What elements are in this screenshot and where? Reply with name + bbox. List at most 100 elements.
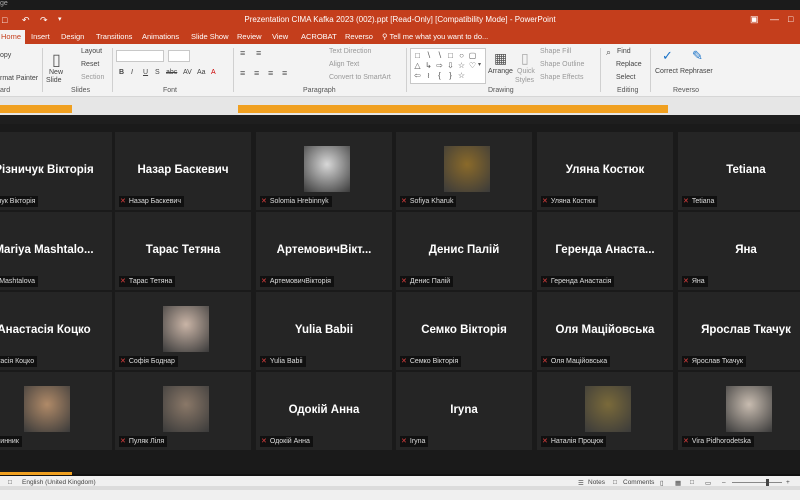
participant-tile[interactable]: Mariya Mashtalo... ✕ya Mashtalova [0,212,112,290]
tab-transitions[interactable]: Transitions [96,32,132,41]
arrange-button[interactable]: Arrange [488,68,513,75]
participant-tile[interactable]: Оля Маційовська ✕ Оля Маційовська [537,292,673,370]
bold-button[interactable]: B [119,69,124,76]
participant-tile[interactable]: ✕я Винник [0,372,112,450]
language-status[interactable]: English (United Kingdom) [22,479,96,486]
participant-tile[interactable]: Yulia Babii ✕ Yulia Babii [256,292,392,370]
participant-tile[interactable]: Уляна Костюк ✕ Уляна Костюк [537,132,673,210]
curve-shape-icon[interactable]: ≀ [424,71,433,80]
participant-tile[interactable]: Яна ✕ Яна [678,212,800,290]
text-direction-button[interactable]: Text Direction [329,48,371,55]
tab-slide-show[interactable]: Slide Show [191,32,229,41]
tab-review[interactable]: Review [237,32,262,41]
underline-button[interactable]: U [143,69,148,76]
find-button[interactable]: Find [617,48,631,55]
proofing-icon[interactable]: □ [8,479,12,486]
select-button[interactable]: Select [616,74,635,81]
font-name-input[interactable] [116,50,164,62]
ribbon-options-icon[interactable]: ▣ [750,14,759,25]
participant-tile[interactable]: ✕ Наталія Процюк [537,372,673,450]
font-color-button[interactable]: A [211,69,216,76]
participant-tile[interactable]: Назар Баскевич ✕ Назар Баскевич [115,132,251,210]
shape-effects-button[interactable]: Shape Effects [540,74,583,81]
align-right-icon[interactable]: ≡ [268,68,273,78]
participant-tile[interactable]: ✕ Vira Pidhorodetska [678,372,800,450]
participant-tile[interactable]: ✕ Софія Боднар [115,292,251,370]
arrow-left-shape-icon[interactable]: ⇦ [413,71,422,80]
more-shapes-icon[interactable]: ▾ [475,61,484,70]
tab-acrobat[interactable]: ACROBAT [301,32,337,41]
participant-tile[interactable]: Денис Палій ✕ Денис Палій [396,212,532,290]
triangle-shape-icon[interactable]: △ [413,61,422,70]
star-shape-icon[interactable]: ☆ [457,61,466,70]
format-painter-button[interactable]: rmat Painter [0,75,38,82]
italic-button[interactable]: I [131,69,133,76]
participant-tile[interactable]: ✕ Пуляк Ліля [115,372,251,450]
brace-right-shape-icon[interactable]: } [446,71,455,80]
find-icon[interactable]: ⌕ [606,47,611,58]
copy-button[interactable]: opy [0,52,11,59]
rephraser-icon[interactable]: ✎ [692,48,703,64]
spacing-button[interactable]: AV [183,69,192,76]
rephraser-button[interactable]: Rephraser [680,68,713,75]
participant-tile[interactable]: Геренда Анаста... ✕ Геренда Анастасія [537,212,673,290]
participant-tile[interactable]: АртемовичВікт... ✕ АртемовичВікторія [256,212,392,290]
tab-insert[interactable]: Insert [31,32,50,41]
tab-home[interactable]: Home [0,30,26,44]
zoom-in-icon[interactable]: + [786,479,790,486]
align-center-icon[interactable]: ≡ [254,68,259,78]
correct-button[interactable]: Correct [655,68,678,75]
shape-fill-button[interactable]: Shape Fill [540,48,571,55]
participant-tile[interactable]: Семко Вікторія ✕ Семко Вікторія [396,292,532,370]
strikethrough-button[interactable]: abc [166,69,177,76]
participant-tile[interactable]: Tetiana ✕ Tetiana [678,132,800,210]
replace-button[interactable]: Replace [616,61,642,68]
horizontal-scrollbar[interactable] [0,486,800,490]
shapes-gallery[interactable]: □ ∖ ∖ □ ○ ▢ △ ↳ ⇨ ⇩ ☆ ♡ ⇦ ≀ { } ☆ ▾ [410,48,486,84]
reading-view-icon[interactable]: □ [690,479,694,486]
participant-tile[interactable]: ✕ Sofiya Kharuk [396,132,532,210]
new-slide-label[interactable]: New [49,69,63,76]
tab-view[interactable]: View [272,32,288,41]
arrange-icon[interactable]: ▦ [494,50,507,67]
comments-button[interactable]: Comments [623,479,654,486]
convert-smartart-button[interactable]: Convert to SmartArt [329,74,391,81]
participant-tile[interactable]: Різничук Вікторія ✕ничук Вікторія [0,132,112,210]
participant-tile[interactable]: Ярослав Ткачук ✕ Ярослав Ткачук [678,292,800,370]
zoom-slider[interactable] [732,482,782,483]
shadow-button[interactable]: S [155,69,160,76]
rectangle-shape-icon[interactable]: □ [446,51,455,60]
star-shape-icon[interactable]: ☆ [457,71,466,80]
participant-tile[interactable]: Iryna ✕ Iryna [396,372,532,450]
participant-tile[interactable]: ✕ Solomia Hrebinnyk [256,132,392,210]
correct-icon[interactable]: ✓ [662,48,673,64]
brace-left-shape-icon[interactable]: { [435,71,444,80]
line-shape-icon[interactable]: ∖ [424,51,433,60]
font-size-input[interactable] [168,50,190,62]
arrow-down-shape-icon[interactable]: ⇩ [446,61,455,70]
rounded-rect-shape-icon[interactable]: ▢ [468,51,477,60]
participant-tile[interactable]: Тарас Тетяна ✕ Тарас Тетяна [115,212,251,290]
new-slide-label-2[interactable]: Slide [46,77,62,84]
change-case-button[interactable]: Aa [197,69,206,76]
minimize-icon[interactable]: — [770,14,779,24]
align-text-button[interactable]: Align Text [329,61,359,68]
participant-tile[interactable]: Одокій Анна ✕ Одокій Анна [256,372,392,450]
arrow-shape-icon[interactable]: ↳ [424,61,433,70]
layout-button[interactable]: Layout [81,48,102,55]
reset-button[interactable]: Reset [81,61,99,68]
tab-design[interactable]: Design [61,32,84,41]
zoom-slider-thumb[interactable] [766,479,769,486]
notes-button[interactable]: Notes [588,479,605,486]
zoom-out-icon[interactable]: – [722,479,726,486]
numbering-icon[interactable]: ≡ [256,48,261,58]
maximize-icon[interactable]: □ [788,14,793,24]
line-shape-icon[interactable]: ∖ [435,51,444,60]
participant-tile[interactable]: Анастасія Коцко ✕астасія Коцко [0,292,112,370]
oval-shape-icon[interactable]: ○ [457,51,466,60]
quick-styles-label-2[interactable]: Styles [515,77,534,84]
tell-me-search[interactable]: ⚲ Tell me what you want to do... [382,32,488,41]
section-button[interactable]: Section [81,74,104,81]
justify-icon[interactable]: ≡ [282,68,287,78]
tab-reverso[interactable]: Reverso [345,32,373,41]
